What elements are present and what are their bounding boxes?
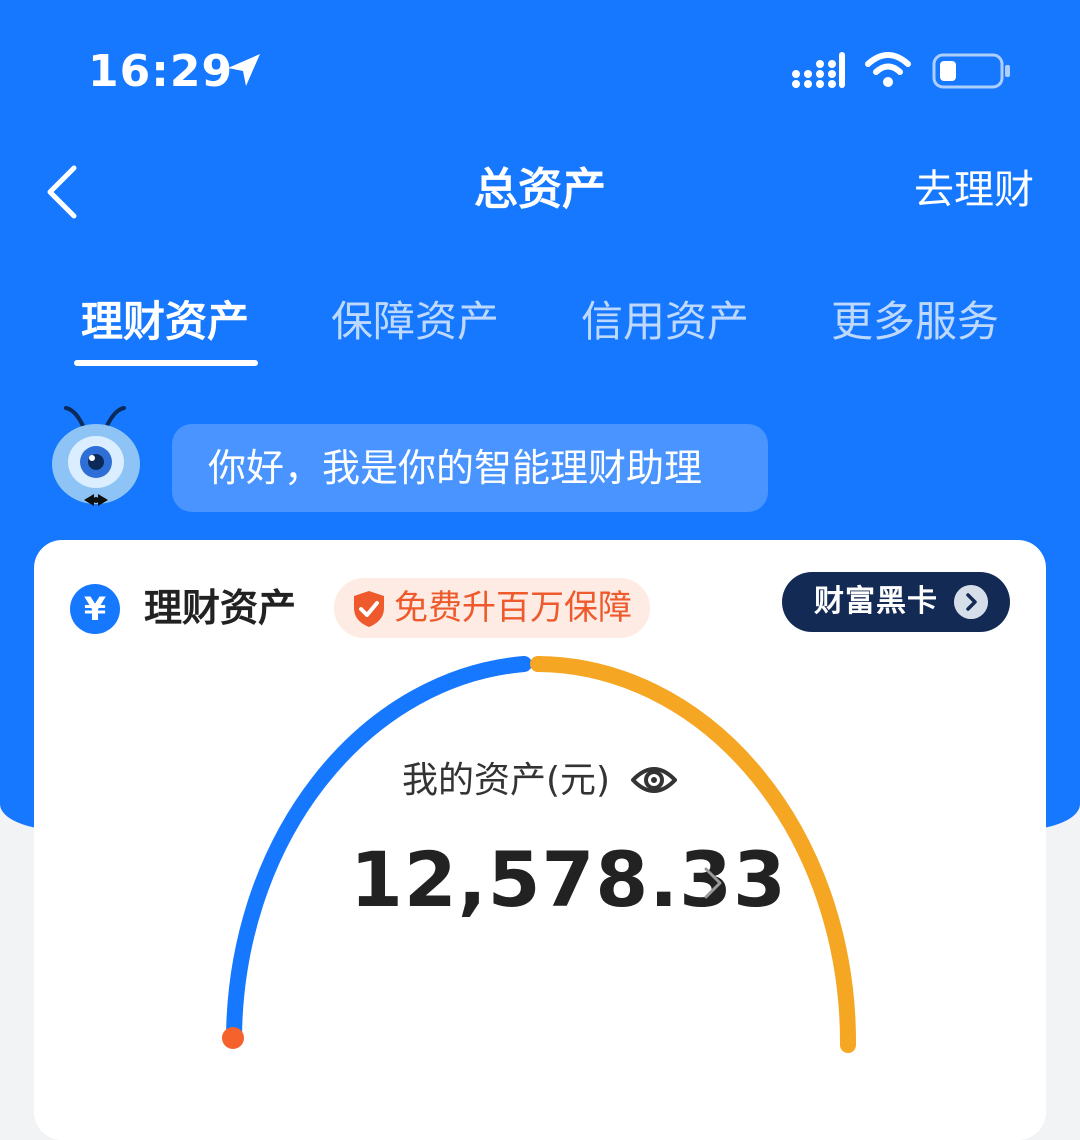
battery-icon bbox=[932, 53, 1010, 89]
location-arrow-icon bbox=[228, 54, 260, 86]
cellular-signal-icon bbox=[792, 52, 845, 88]
chevron-right-icon[interactable] bbox=[702, 865, 724, 901]
ant-assistant-avatar[interactable] bbox=[48, 400, 144, 514]
assistant-greeting-bubble[interactable]: 你好，我是你的智能理财助理 bbox=[172, 424, 768, 512]
wealth-assets-card: ¥ 理财资产 免费升百万保障 财富黑卡 我的资产(元) 12,578.33 bbox=[34, 540, 1046, 1140]
status-time: 16:29 bbox=[88, 46, 234, 97]
assistant-greeting-text: 你好，我是你的智能理财助理 bbox=[208, 446, 703, 490]
my-assets-label: 我的资产(元) bbox=[402, 760, 611, 801]
asset-gauge bbox=[222, 656, 857, 1053]
tab-credit-assets[interactable]: 信用资产 bbox=[540, 294, 790, 350]
eye-icon[interactable] bbox=[630, 760, 678, 800]
nav-bar: 总资产 去理财 bbox=[0, 150, 1080, 234]
status-bar: 16:29 bbox=[0, 0, 1080, 140]
go-invest-link[interactable]: 去理财 bbox=[914, 164, 1034, 216]
active-tab-indicator bbox=[74, 360, 258, 366]
tab-protection-assets[interactable]: 保障资产 bbox=[290, 294, 540, 350]
tab-wealth-assets[interactable]: 理财资产 bbox=[40, 294, 290, 350]
wifi-icon bbox=[865, 52, 911, 87]
tab-more-services[interactable]: 更多服务 bbox=[790, 294, 1040, 350]
tab-bar: 理财资产 保障资产 信用资产 更多服务 bbox=[0, 290, 1080, 380]
gauge-start-dot bbox=[222, 1027, 244, 1049]
